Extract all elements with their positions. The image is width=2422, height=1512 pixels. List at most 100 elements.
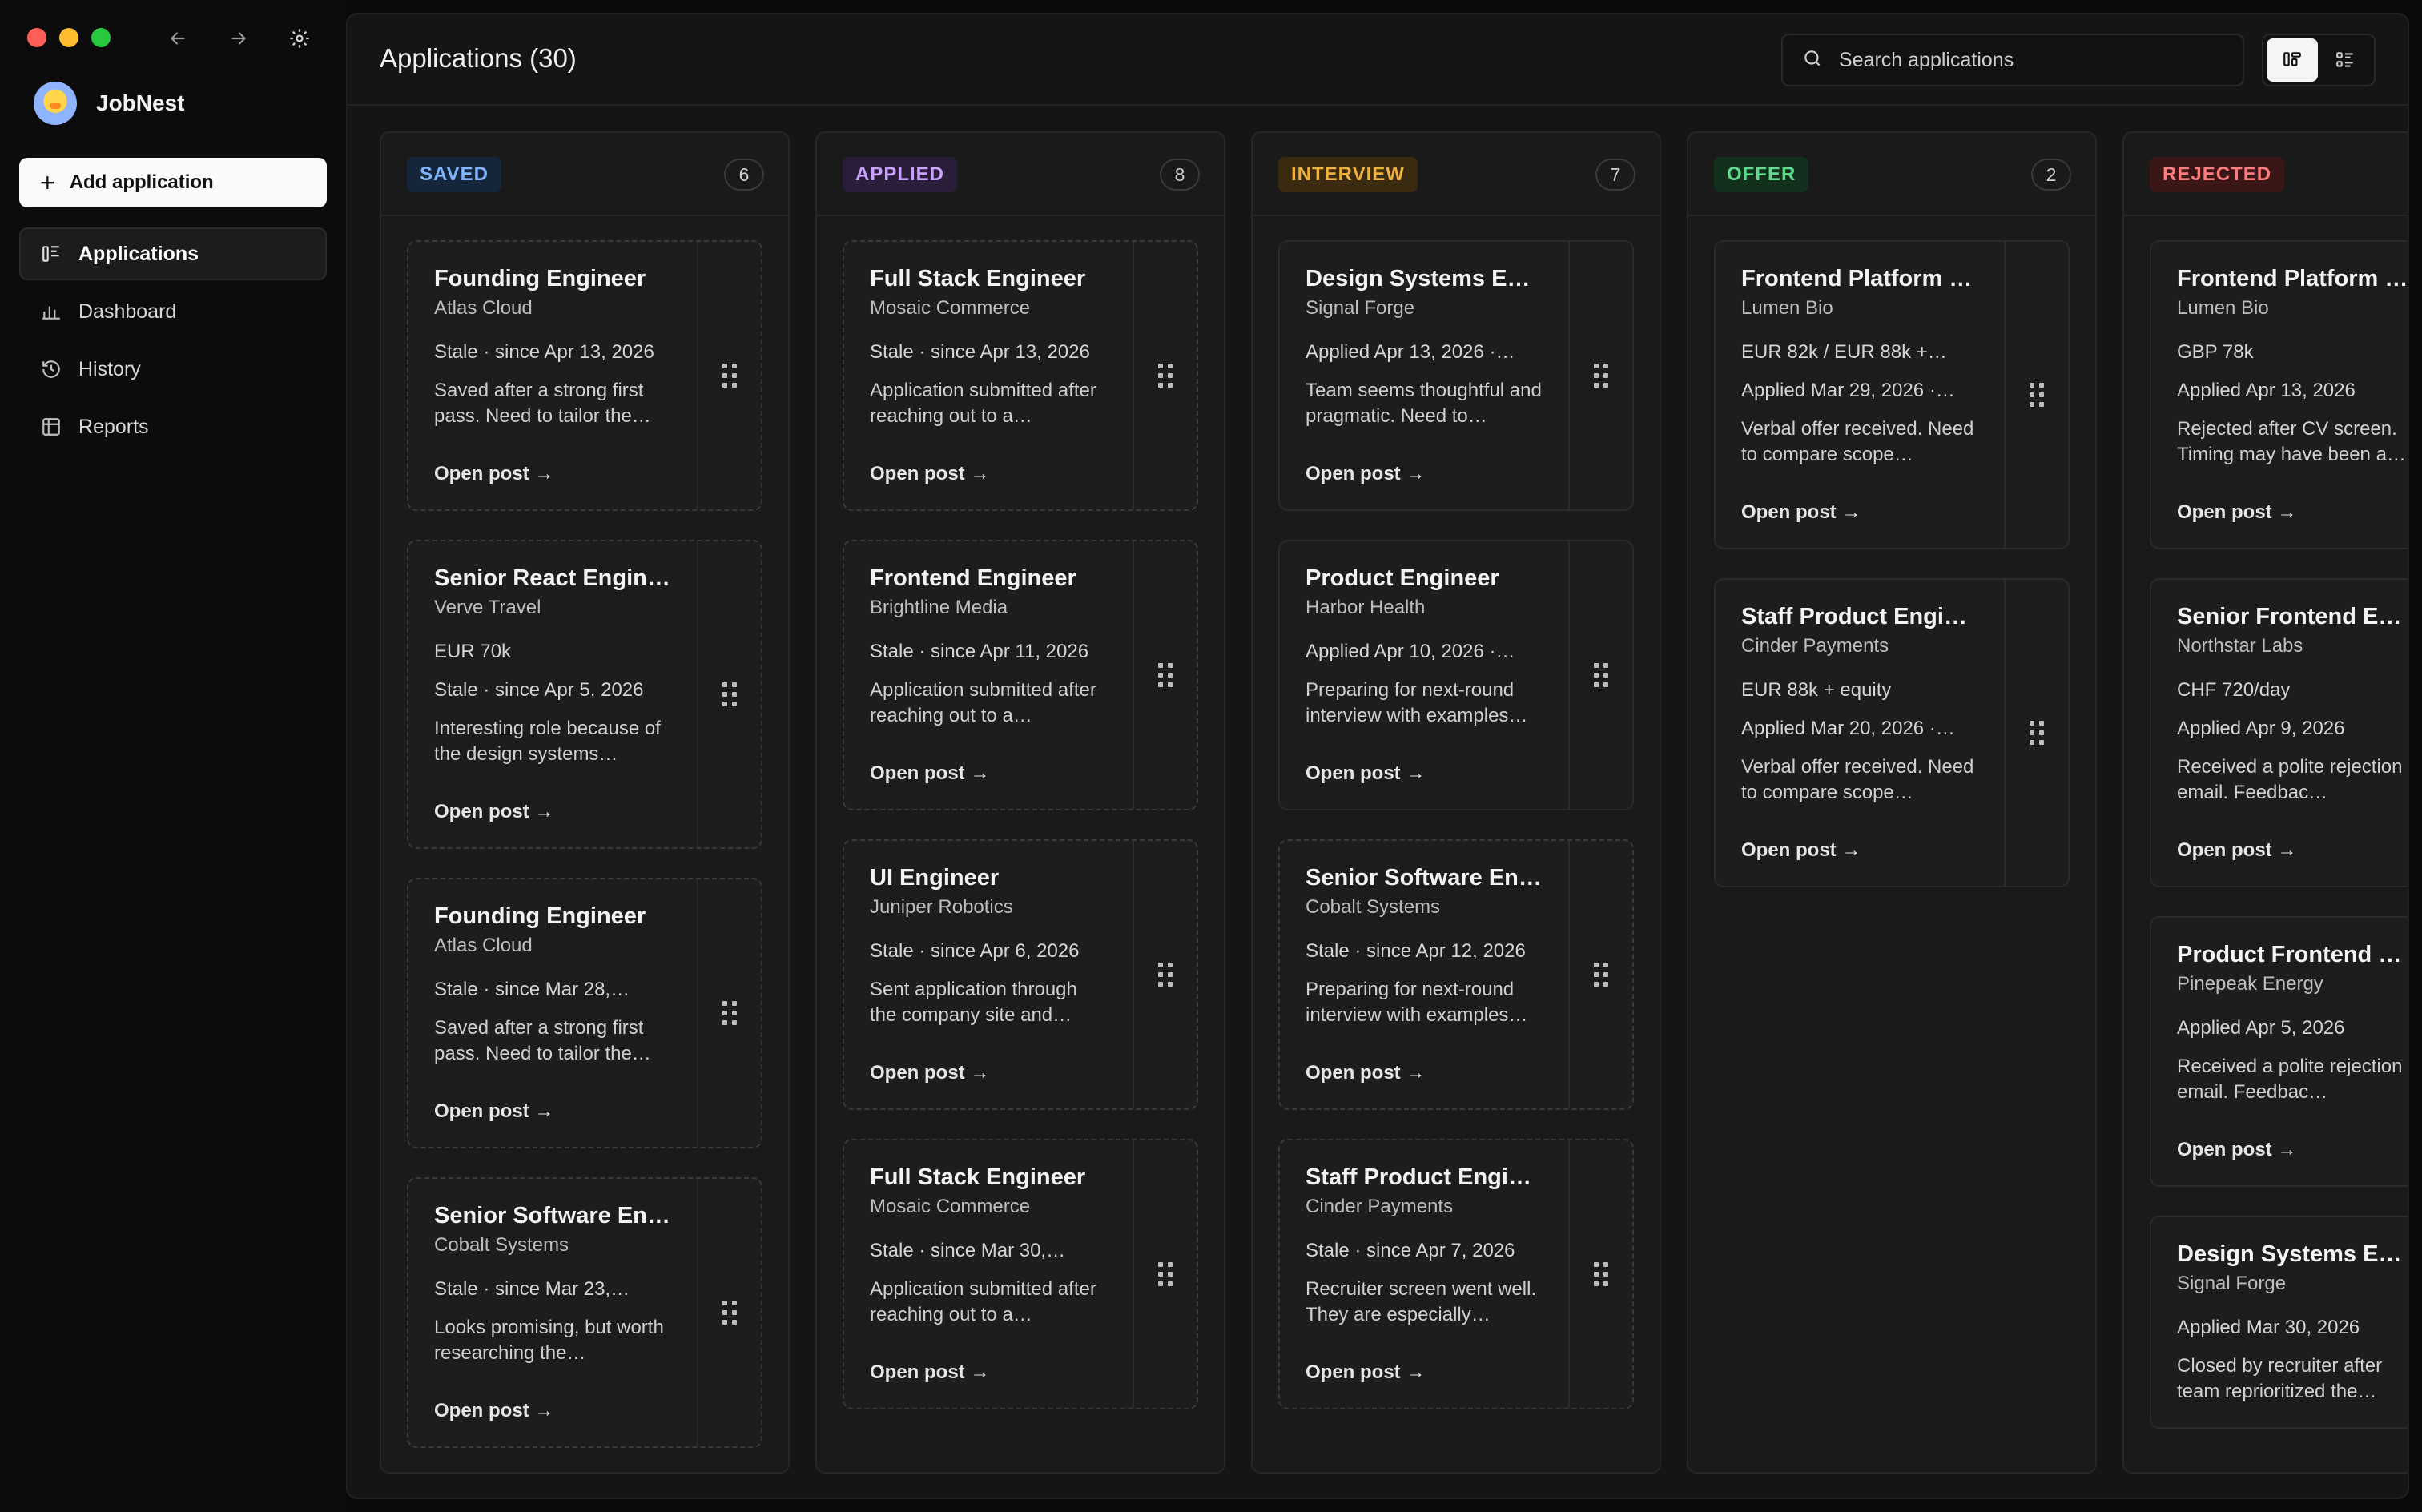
open-post-link[interactable]: Open post → (1306, 461, 1544, 487)
board-view-icon[interactable] (2267, 38, 2318, 82)
drag-handle-icon (722, 1001, 737, 1025)
card-drag-handle[interactable] (1133, 841, 1197, 1108)
card-body: Staff Product Engin… Cinder Payments EUR 8… (1716, 580, 2004, 886)
open-post-link[interactable]: Open post → (434, 799, 673, 825)
application-card[interactable]: Senior React Engine… Verve Travel EUR 70k S… (407, 540, 762, 849)
open-post-link[interactable]: Open post → (2177, 500, 2408, 525)
open-post-link[interactable]: Open post → (1741, 500, 1980, 525)
open-post-link[interactable]: Open post → (2177, 838, 2408, 863)
application-card[interactable]: Founding Engineer Atlas Cloud Stale · sinc… (407, 240, 762, 511)
card-company: Juniper Robotics (870, 896, 1013, 918)
application-card[interactable]: Founding Engineer Atlas Cloud Stale · sinc… (407, 878, 762, 1148)
open-post-link[interactable]: Open post → (434, 1398, 673, 1424)
sidebar-item-label: History (78, 357, 141, 380)
application-card[interactable]: Full Stack Engineer Mosaic Commerce Stale … (843, 240, 1198, 511)
column-status-badge: INTERVIEW (1278, 157, 1418, 192)
card-status: Applied Apr 10, 2026 ·… (1306, 641, 1515, 662)
card-drag-handle[interactable] (1568, 1140, 1632, 1408)
card-company: Northstar Labs (2177, 635, 2303, 657)
open-post-link[interactable]: Open post → (434, 1099, 673, 1124)
card-company: Signal Forge (2177, 1273, 2287, 1294)
card-body: Full Stack Engineer Mosaic Commerce Stale … (844, 242, 1133, 509)
card-status: Stale · since Mar 28,… (434, 979, 630, 1000)
sidebar-item-reports[interactable]: Reports (19, 400, 327, 453)
card-drag-handle[interactable] (1568, 841, 1632, 1108)
open-post-link[interactable]: Open post → (434, 461, 673, 487)
card-status: Stale · since Apr 11, 2026 (870, 641, 1089, 662)
card-note: Team seems thoughtful and pragmatic. Nee… (1306, 380, 1542, 427)
open-post-link[interactable]: Open post → (1306, 1360, 1544, 1385)
card-note: Preparing for next-round interview with … (1306, 679, 1528, 726)
application-card[interactable]: Full Stack Engineer Mosaic Commerce Stale … (843, 1139, 1198, 1409)
card-drag-handle[interactable] (1133, 242, 1197, 509)
application-card[interactable]: Frontend Platform E… Lumen Bio EUR 82k / E… (1714, 240, 2070, 549)
application-card[interactable]: Senior Software En… Cobalt Systems Stale ·… (1278, 839, 1634, 1110)
card-drag-handle[interactable] (697, 541, 761, 847)
application-card[interactable]: UI Engineer Juniper Robotics Stale · since… (843, 839, 1198, 1110)
minimize-window-button[interactable] (59, 28, 78, 47)
card-drag-handle[interactable] (1568, 541, 1632, 809)
open-post-link[interactable]: Open post → (870, 1060, 1108, 1086)
application-card[interactable]: Senior Frontend En… Northstar Labs CHF 720… (2150, 578, 2408, 887)
open-post-link[interactable]: Open post → (870, 1360, 1108, 1385)
card-drag-handle[interactable] (1133, 541, 1197, 809)
sidebar-nav: Applications Dashboard History Reports (19, 227, 327, 458)
sidebar-item-label: Dashboard (78, 300, 177, 323)
card-drag-handle[interactable] (2004, 242, 2068, 548)
zoom-window-button[interactable] (91, 28, 111, 47)
application-card[interactable]: Frontend Platform E… Lumen Bio GBP 78k Appl… (2150, 240, 2408, 549)
settings-gear-icon[interactable] (284, 22, 316, 54)
card-company: Pinepeak Energy (2177, 973, 2323, 995)
card-drag-handle[interactable] (697, 1179, 761, 1446)
plus-icon: + (40, 168, 55, 197)
card-note: Looks promising, but worth researching t… (434, 1317, 664, 1364)
sidebar-item-applications[interactable]: Applications (19, 227, 327, 280)
card-drag-handle[interactable] (1568, 242, 1632, 509)
card-company: Mosaic Commerce (870, 297, 1031, 319)
open-post-link[interactable]: Open post → (1306, 761, 1544, 786)
back-arrow-icon[interactable] (162, 22, 194, 54)
card-title: Design Systems En… (2177, 1241, 2409, 1267)
card-company: Atlas Cloud (434, 935, 533, 956)
search-box[interactable] (1781, 34, 2244, 86)
open-post-link[interactable]: Open post → (870, 461, 1108, 487)
app-logo-avatar (34, 82, 77, 125)
card-drag-handle[interactable] (2004, 580, 2068, 886)
application-card[interactable]: Product Engineer Harbor Health Applied Apr… (1278, 540, 1634, 810)
card-status: Applied Mar 30, 2026 (2177, 1317, 2360, 1338)
application-card[interactable]: Design Systems En… Signal Forge Applied Ap… (1278, 240, 1634, 511)
card-status: Applied Apr 9, 2026 (2177, 718, 2345, 739)
card-salary: GBP 78k (2177, 341, 2254, 363)
card-drag-handle[interactable] (697, 242, 761, 509)
application-card[interactable]: Frontend Engineer Brightline Media Stale ·… (843, 540, 1198, 810)
application-card[interactable]: Staff Product Engin… Cinder Payments Stale… (1278, 1139, 1634, 1409)
card-company: Cinder Payments (1741, 635, 1889, 657)
close-window-button[interactable] (27, 28, 46, 47)
card-status: Stale · since Apr 5, 2026 (434, 679, 644, 701)
sidebar-item-dashboard[interactable]: Dashboard (19, 285, 327, 338)
sidebar-item-history[interactable]: History (19, 343, 327, 396)
card-title: Senior Software En… (434, 1203, 670, 1228)
open-post-link[interactable]: Open post → (870, 761, 1108, 786)
column-interview: INTERVIEW 7 Design Systems En… Signal Forge… (1251, 131, 1661, 1474)
card-title: Full Stack Engineer (870, 266, 1086, 292)
card-note: Interesting role because of the design s… (434, 718, 661, 765)
open-post-link[interactable]: Open post → (1306, 1060, 1544, 1086)
application-card[interactable]: Senior Software En… Cobalt Systems Stale ·… (407, 1177, 762, 1448)
search-input[interactable] (1839, 48, 2223, 72)
card-status: Stale · since Mar 23,… (434, 1278, 630, 1300)
forward-arrow-icon[interactable] (223, 22, 255, 54)
card-drag-handle[interactable] (1133, 1140, 1197, 1408)
open-post-link[interactable]: Open post → (1741, 838, 1980, 863)
open-post-link[interactable]: Open post → (2177, 1137, 2408, 1163)
application-card[interactable]: Product Frontend E… Pinepeak Energy Applie… (2150, 916, 2408, 1187)
add-application-button[interactable]: + Add application (19, 158, 327, 207)
application-card[interactable]: Design Systems En… Signal Forge Applied Ma… (2150, 1216, 2409, 1429)
card-company: Cobalt Systems (1306, 896, 1441, 918)
column-header: SAVED 6 (381, 133, 788, 216)
card-drag-handle[interactable] (697, 879, 761, 1147)
application-card[interactable]: Staff Product Engin… Cinder Payments EUR 8… (1714, 578, 2070, 887)
list-view-icon[interactable] (2319, 38, 2371, 82)
sidebar: JobNest + Add application Applications D… (0, 0, 346, 1512)
card-company: Cobalt Systems (434, 1234, 569, 1256)
